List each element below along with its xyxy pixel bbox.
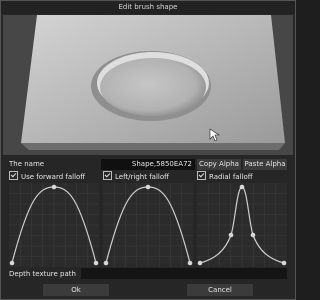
name-label: The name (9, 160, 45, 168)
copy-alpha-button[interactable]: Copy Alpha (197, 159, 241, 170)
curve-point (187, 260, 193, 266)
curve-point (9, 260, 15, 266)
forward-falloff-curve-editor[interactable] (9, 183, 99, 267)
checkbox-icon (103, 171, 112, 180)
ok-button[interactable]: Ok (43, 284, 109, 296)
radial-falloff-curve-editor[interactable] (197, 183, 287, 267)
paste-alpha-button[interactable]: Paste Alpha (243, 159, 287, 170)
left-right-falloff-checkbox[interactable]: Left/right falloff (103, 171, 169, 182)
curve-point (228, 232, 234, 238)
curve-point (250, 232, 256, 238)
cancel-button[interactable]: Cancel (187, 284, 253, 296)
curve-point (239, 184, 245, 190)
radial-falloff-checkbox[interactable]: Radial falloff (197, 171, 253, 182)
left-right-falloff-curve-editor[interactable] (103, 183, 193, 267)
curve-point (51, 184, 57, 190)
preview-surface-edge (21, 143, 285, 150)
curve-point (145, 184, 151, 190)
brush-dent (100, 58, 206, 116)
curve-point (93, 260, 99, 266)
checkbox-icon (197, 171, 206, 180)
shape-name-field[interactable]: Shape,5850EA72 (101, 159, 195, 170)
forward-falloff-checkbox[interactable]: Use forward falloff (9, 171, 85, 182)
dialog-title: Edit brush shape (1, 1, 295, 14)
curve-point (281, 260, 287, 266)
curve-point (197, 260, 203, 266)
depth-texture-label: Depth texture path (9, 270, 76, 278)
checkbox-icon (9, 171, 18, 180)
curve-point (103, 260, 109, 266)
preview-3d-plane (21, 15, 285, 150)
edit-brush-shape-dialog: Edit brush shape The name Shape,5850EA72… (0, 0, 296, 300)
brush-shape-preview[interactable] (3, 15, 293, 155)
depth-texture-path-field[interactable] (81, 268, 287, 279)
